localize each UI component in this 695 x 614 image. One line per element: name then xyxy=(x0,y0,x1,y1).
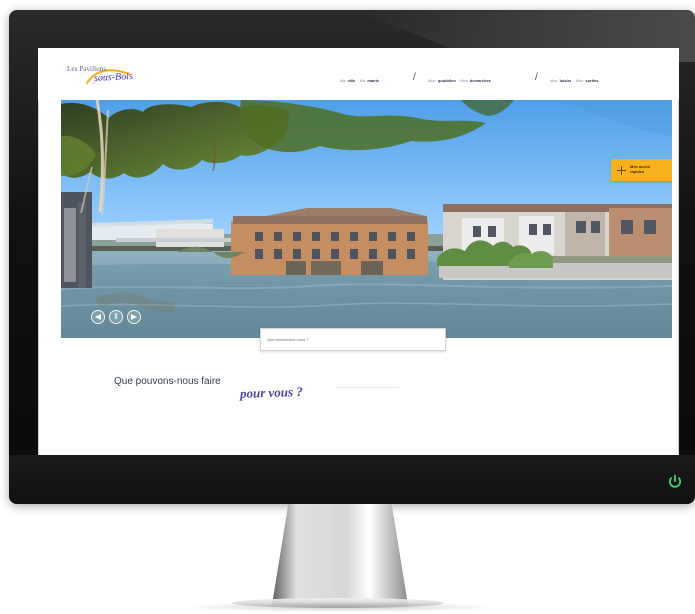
services-heading-accent: pour vous ? xyxy=(239,383,304,401)
nav-2-middle: · Mes xyxy=(457,78,468,83)
quick-access-line-2: rapides xyxy=(630,169,645,174)
power-button[interactable] xyxy=(667,474,683,490)
nav-1-prefix: Ma xyxy=(340,78,346,83)
nav-quotidien-demarches[interactable]: Mon quotidien · Mes démarches xyxy=(428,78,491,83)
hero-next-button[interactable]: ▶ xyxy=(127,310,141,324)
quick-access-label: Mes accès rapides xyxy=(630,165,650,174)
nav-3-prefix: Mes xyxy=(550,78,558,83)
chevron-left-icon: ◀ xyxy=(94,312,102,321)
quick-access-grid-icon xyxy=(617,165,626,175)
nav-separator-1: / xyxy=(413,72,416,83)
hero-pause-button[interactable]: Ⅱ xyxy=(109,310,123,324)
city-logo[interactable]: Les Pavillons sous-Bois xyxy=(67,65,157,99)
power-icon xyxy=(668,474,682,488)
hero-prev-button[interactable]: ◀ xyxy=(91,310,105,324)
nav-separator-2: / xyxy=(535,72,538,83)
services-heading: Que pouvons-nous faire xyxy=(114,376,221,387)
hero-banner: Mes accès rapides ◀ Ⅱ ▶ xyxy=(61,100,672,338)
hero-image xyxy=(61,100,672,338)
site-header: Les Pavillons sous-Bois Ma ville · Ma ma… xyxy=(38,48,679,100)
nav-3-strong-1: loisirs xyxy=(559,78,572,83)
hero-carousel-controls: ◀ Ⅱ ▶ xyxy=(91,310,141,324)
nav-1-middle: · Ma xyxy=(357,78,366,83)
services-divider xyxy=(336,387,399,388)
nav-ville-mairie[interactable]: Ma ville · Ma mairie xyxy=(340,78,379,83)
nav-2-prefix: Mon xyxy=(428,78,436,83)
site-search xyxy=(260,328,446,351)
pause-icon: Ⅱ xyxy=(114,312,118,321)
nav-loisirs-sorties[interactable]: Mes loisirs · Mes sorties xyxy=(550,78,598,83)
nav-3-middle: · Mes xyxy=(573,78,584,83)
nav-1-strong-1: ville xyxy=(347,78,356,83)
monitor-stand-shadow xyxy=(190,602,490,612)
monitor-stand-neck xyxy=(272,504,408,605)
monitor-bottom-bezel xyxy=(9,455,695,504)
nav-2-strong-2: démarches xyxy=(469,78,491,83)
desktop-scene: Les Pavillons sous-Bois Ma ville · Ma ma… xyxy=(0,0,695,614)
nav-2-strong-1: quotidien xyxy=(437,78,456,83)
search-input[interactable] xyxy=(267,337,439,342)
quick-access-button[interactable]: Mes accès rapides xyxy=(611,159,672,181)
nav-1-strong-2: mairie xyxy=(367,78,380,83)
website-screen: Les Pavillons sous-Bois Ma ville · Ma ma… xyxy=(38,48,679,464)
chevron-right-icon: ▶ xyxy=(130,312,138,321)
monitor-frame: Les Pavillons sous-Bois Ma ville · Ma ma… xyxy=(9,10,695,504)
logo-line-2: sous-Bois xyxy=(93,70,134,84)
nav-3-strong-2: sorties xyxy=(585,78,599,83)
